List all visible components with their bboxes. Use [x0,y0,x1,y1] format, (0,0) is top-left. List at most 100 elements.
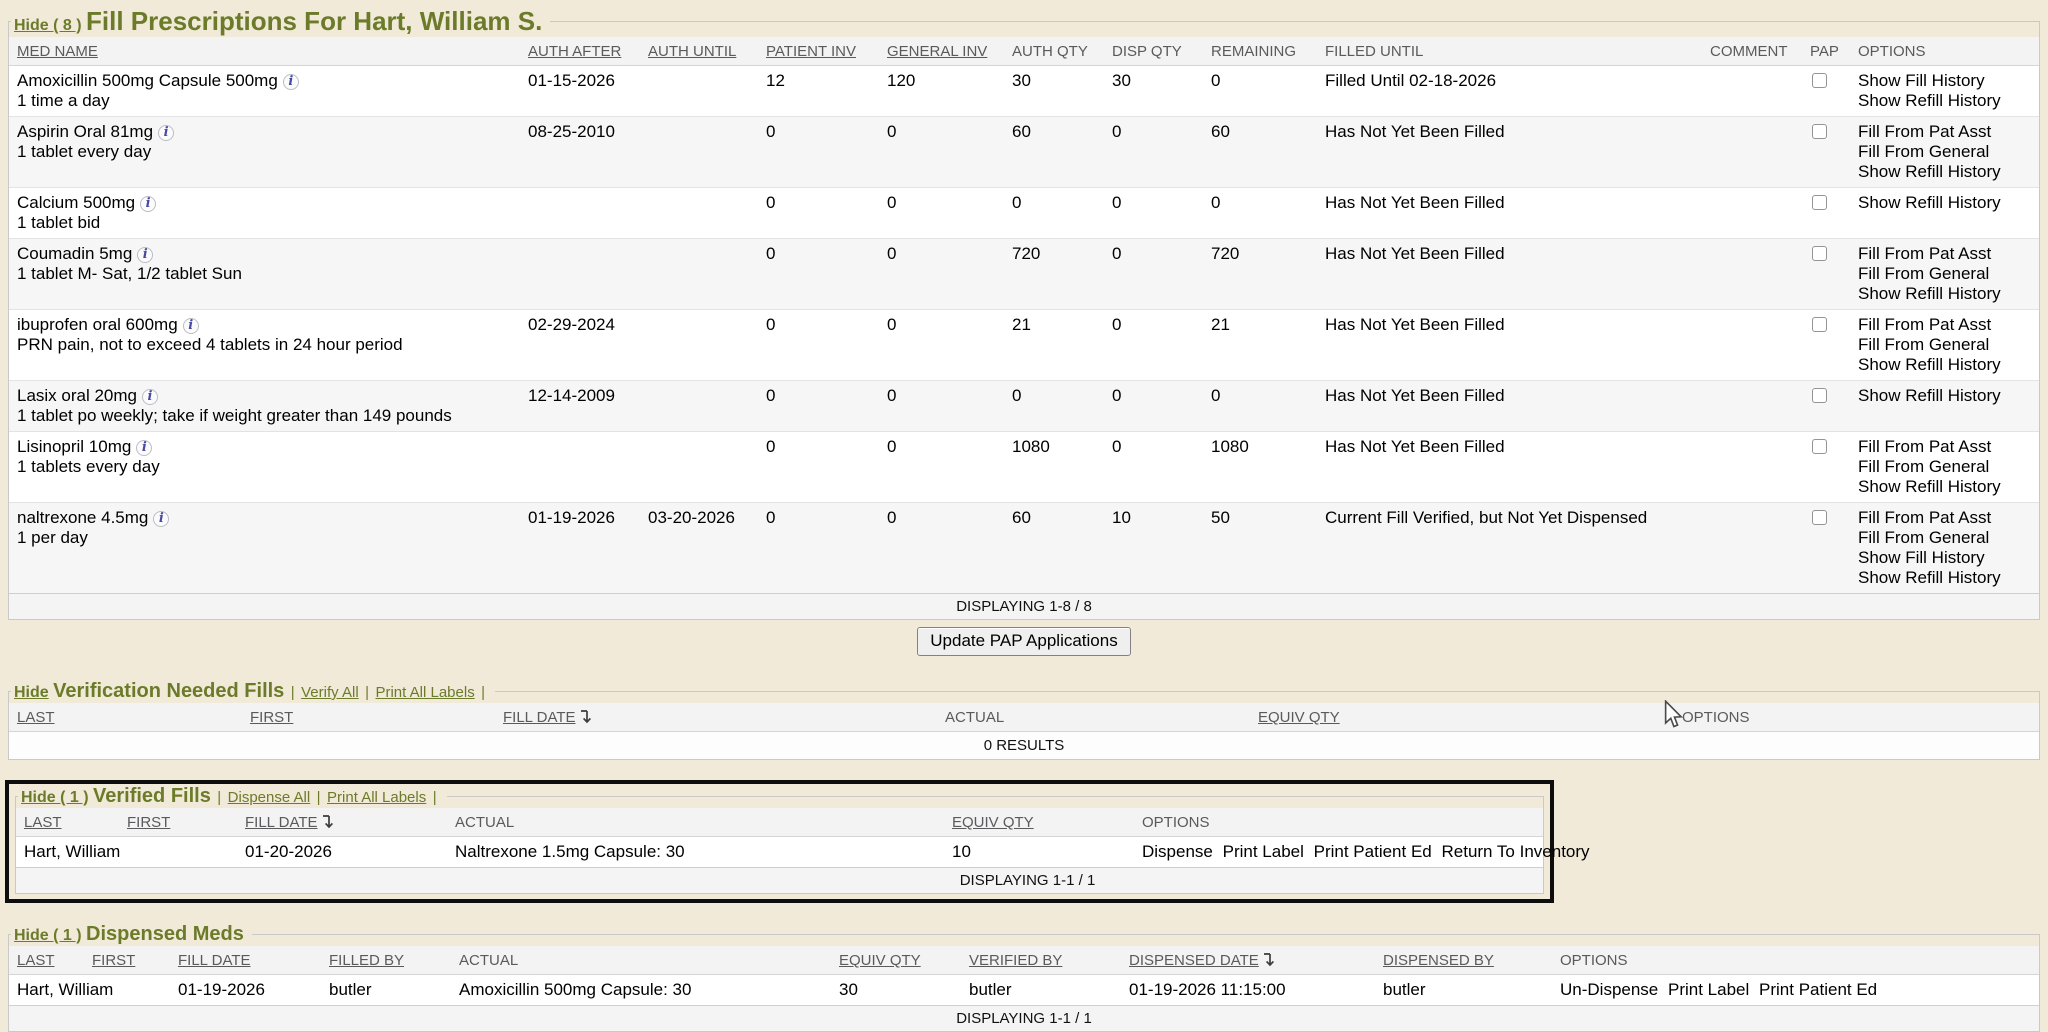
info-icon[interactable]: i [153,511,169,527]
col-auth-after[interactable]: AUTH AFTER [524,37,644,66]
col-fill-date[interactable]: FILL DATE [499,703,941,732]
option-link[interactable]: Fill From General [1858,142,2035,162]
col-dispensed-date[interactable]: DISPENSED DATE [1125,946,1379,975]
col-verified-by[interactable]: VERIFIED BY [965,946,1125,975]
option-link[interactable]: Fill From Pat Asst [1858,315,2035,335]
option-link[interactable]: Show Refill History [1858,386,2035,406]
pap-checkbox[interactable] [1812,246,1827,261]
option-link[interactable]: Fill From Pat Asst [1858,508,2035,528]
col-dispensed-by[interactable]: DISPENSED BY [1379,946,1556,975]
col-patient-inv[interactable]: PATIENT INV [762,37,883,66]
med-name: ibuprofen oral 600mg [17,315,178,334]
return-to-inventory-link[interactable]: Return To Inventory [1441,842,1589,861]
pap-checkbox[interactable] [1812,510,1827,525]
med-name: Amoxicillin 500mg Capsule 500mg [17,71,278,90]
pap-checkbox[interactable] [1812,195,1827,210]
col-last[interactable]: LAST [16,808,123,837]
auth-qty-cell: 1080 [1008,432,1108,503]
auth-until-cell [644,239,762,310]
col-first[interactable]: FIRST [123,808,241,837]
remaining-cell: 0 [1207,188,1321,239]
col-med-name[interactable]: MED NAME [9,37,524,66]
section-fill-prescriptions: Hide ( 8 ) Fill Prescriptions For Hart, … [8,6,2040,620]
option-link[interactable]: Fill From Pat Asst [1858,244,2035,264]
option-link[interactable]: Fill From General [1858,264,2035,284]
print-label-link[interactable]: Print Label [1668,980,1749,999]
hide-dispensed-meds-link[interactable]: Hide ( 1 ) [14,927,82,944]
col-filled-by[interactable]: FILLED BY [325,946,455,975]
pap-checkbox[interactable] [1812,317,1827,332]
verified-by-cell: butler [965,975,1125,1006]
disp-qty-cell: 0 [1108,432,1207,503]
option-link[interactable]: Show Refill History [1858,162,2035,182]
option-link[interactable]: Fill From Pat Asst [1858,122,2035,142]
un-dispense-link[interactable]: Un-Dispense [1560,980,1658,999]
col-general-inv[interactable]: GENERAL INV [883,37,1008,66]
col-last[interactable]: LAST [9,946,88,975]
info-icon[interactable]: i [142,389,158,405]
option-link[interactable]: Fill From General [1858,335,2035,355]
info-icon[interactable]: i [158,125,174,141]
col-equiv-qty[interactable]: EQUIV QTY [835,946,965,975]
info-icon[interactable]: i [136,440,152,456]
hide-fill-prescriptions-link[interactable]: Hide ( 8 ) [14,17,82,34]
pap-button-row: Update PAP Applications [8,627,2040,656]
option-link[interactable]: Show Refill History [1858,91,2035,111]
option-link[interactable]: Fill From Pat Asst [1858,437,2035,457]
dispense-all-link[interactable]: Dispense All [228,789,311,806]
table-row: Hart, William 01-19-2026 butler Amoxicil… [9,975,2039,1006]
col-equiv-qty[interactable]: EQUIV QTY [1254,703,1678,732]
col-last[interactable]: LAST [9,703,246,732]
table-row: Amoxicillin 500mg Capsule 500mgi1 time a… [9,66,2039,117]
col-fill-date[interactable]: FILL DATE [241,808,451,837]
table-row: ibuprofen oral 600mgiPRN pain, not to ex… [9,310,2039,381]
col-auth-until[interactable]: AUTH UNTIL [644,37,762,66]
update-pap-button[interactable]: Update PAP Applications [917,627,1130,656]
verify-all-link[interactable]: Verify All [301,684,359,701]
col-first[interactable]: FIRST [88,946,174,975]
col-equiv-qty[interactable]: EQUIV QTY [948,808,1138,837]
option-link[interactable]: Show Fill History [1858,548,2035,568]
med-sig: 1 tablet po weekly; take if weight great… [17,406,520,426]
patient-inv-cell: 0 [762,503,883,594]
col-remaining: REMAINING [1207,37,1321,66]
print-patient-ed-link[interactable]: Print Patient Ed [1314,842,1432,861]
pap-checkbox[interactable] [1812,73,1827,88]
pap-checkbox[interactable] [1812,439,1827,454]
actual-cell: Naltrexone 1.5mg Capsule: 30 [451,837,948,868]
auth-until-cell [644,66,762,117]
print-label-link[interactable]: Print Label [1223,842,1304,861]
info-icon[interactable]: i [283,74,299,90]
option-link[interactable]: Show Refill History [1858,284,2035,304]
hide-verification-needed-link[interactable]: Hide [14,684,49,701]
option-link[interactable]: Fill From General [1858,528,2035,548]
dispense-link[interactable]: Dispense [1142,842,1213,861]
table-row: Calcium 500mgi1 tablet bid 0 0 0 0 0 Has… [9,188,2039,239]
print-all-labels-link[interactable]: Print All Labels [375,684,474,701]
general-inv-cell: 0 [883,503,1008,594]
col-fill-date[interactable]: FILL DATE [174,946,325,975]
verified-fills-table: LAST FIRST FILL DATE ACTUAL EQUIV QTY OP… [16,808,1543,893]
auth-qty-cell: 0 [1008,188,1108,239]
print-all-labels-link[interactable]: Print All Labels [327,789,426,806]
option-link[interactable]: Fill From General [1858,457,2035,477]
option-link[interactable]: Show Refill History [1858,477,2035,497]
option-link[interactable]: Show Refill History [1858,568,2035,588]
info-icon[interactable]: i [137,247,153,263]
print-patient-ed-link[interactable]: Print Patient Ed [1759,980,1877,999]
section-verification-needed-fills: Hide Verification Needed Fills | Verify … [8,680,2040,760]
info-icon[interactable]: i [140,196,156,212]
option-link[interactable]: Show Fill History [1858,71,2035,91]
option-link[interactable]: Show Refill History [1858,193,2035,213]
general-inv-cell: 120 [883,66,1008,117]
general-inv-cell: 0 [883,117,1008,188]
fill-date-cell: 01-19-2026 [174,975,325,1006]
separator: | [433,789,437,806]
col-first[interactable]: FIRST [246,703,499,732]
pap-checkbox[interactable] [1812,388,1827,403]
remaining-cell: 720 [1207,239,1321,310]
option-link[interactable]: Show Refill History [1858,355,2035,375]
hide-verified-fills-link[interactable]: Hide ( 1 ) [21,789,89,806]
info-icon[interactable]: i [183,318,199,334]
pap-checkbox[interactable] [1812,124,1827,139]
